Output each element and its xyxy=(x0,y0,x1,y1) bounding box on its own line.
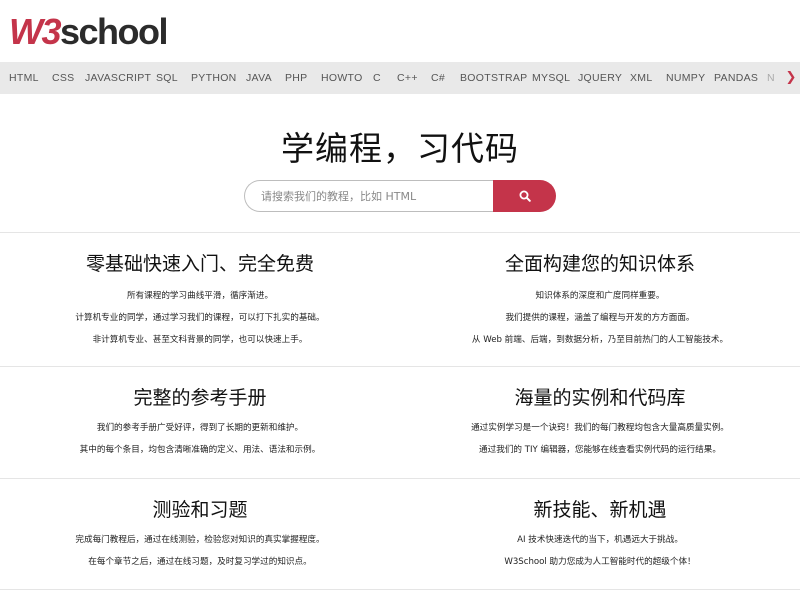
feature-text: 知识体系的深度和广度同样重要。 xyxy=(535,291,665,301)
feature-examples-library: 海量的实例和代码库 通过实例学习是一个诀窍！我们的每门教程均包含大量高质量实例。… xyxy=(400,367,800,456)
nav-item-javascript[interactable]: JAVASCRIPT xyxy=(85,62,151,94)
nav-item-pandas[interactable]: PANDAS xyxy=(714,62,758,94)
nav-item-howto[interactable]: HOWTO xyxy=(321,62,363,94)
feature-text: 通过实例学习是一个诀窍！我们的每门教程均包含大量高质量实例。 xyxy=(471,423,729,433)
feature-text: 从 Web 前端、后端，到数据分析，乃至目前热门的人工智能技术。 xyxy=(471,335,729,345)
site-header: W3school xyxy=(0,0,800,62)
nav-item-css[interactable]: CSS xyxy=(52,62,75,94)
nav-item-bootstrap[interactable]: BOOTSTRAP xyxy=(460,62,527,94)
nav-item-xml[interactable]: XML xyxy=(630,62,653,94)
logo-school: school xyxy=(60,11,169,52)
nav-item-numpy[interactable]: NUMPY xyxy=(666,62,705,94)
search-input[interactable] xyxy=(244,180,496,212)
feature-new-skills: 新技能、新机遇 AI 技术快速迭代的当下，机遇远大于挑战。 W3School 助… xyxy=(400,479,800,568)
feature-text: 计算机专业的同学，通过学习我们的课程，可以打下扎实的基础。 xyxy=(75,313,325,323)
feature-text: 我们提供的课程，涵盖了编程与开发的方方面面。 xyxy=(505,313,695,323)
feature-text: 通过我们的 TIY 编辑器，您能够在线查看实例代码的运行结果。 xyxy=(479,445,721,455)
nav-item-c[interactable]: C xyxy=(373,62,381,94)
chevron-right-icon[interactable]: ❯ xyxy=(782,62,800,94)
feature-title: 零基础快速入门、完全免费 xyxy=(85,253,314,275)
nav-item-html[interactable]: HTML xyxy=(9,62,39,94)
feature-text: 在每个章节之后，通过在线习题，及时复习学过的知识点。 xyxy=(88,557,312,567)
hero-title: 学编程，习代码 xyxy=(281,129,519,168)
nav-item-sql[interactable]: SQL xyxy=(156,62,178,94)
feature-text: 非计算机专业、甚至文科背景的同学，也可以快速上手。 xyxy=(92,335,308,345)
feature-title: 全面构建您的知识体系 xyxy=(504,253,695,275)
logo-w3: W3 xyxy=(9,11,62,52)
nav-item-java[interactable]: JAVA xyxy=(246,62,272,94)
nav-item-jquery[interactable]: JQUERY xyxy=(578,62,622,94)
feature-title: 完整的参考手册 xyxy=(133,387,267,409)
top-navigation: HTML CSS JAVASCRIPT SQL PYTHON JAVA PHP … xyxy=(0,62,800,94)
nav-item-python[interactable]: PYTHON xyxy=(191,62,237,94)
nav-item-php[interactable]: PHP xyxy=(285,62,308,94)
hero-section: 学编程，习代码 xyxy=(0,94,800,234)
feature-title: 海量的实例和代码库 xyxy=(514,387,686,409)
search-button[interactable] xyxy=(493,180,556,212)
w3school-logo[interactable]: W3school xyxy=(9,10,169,54)
feature-text: 完成每门教程后，通过在线测验，检验您对知识的真实掌握程度。 xyxy=(75,535,325,545)
nav-item-csharp[interactable]: C# xyxy=(431,62,445,94)
search-icon xyxy=(519,190,531,202)
feature-knowledge-system: 全面构建您的知识体系 知识体系的深度和广度同样重要。 我们提供的课程，涵盖了编程… xyxy=(400,233,800,346)
features-row-3: 测验和习题 完成每门教程后，通过在线测验，检验您对知识的真实掌握程度。 在每个章… xyxy=(0,478,800,590)
feature-text: AI 技术快速迭代的当下，机遇远大于挑战。 xyxy=(517,535,683,545)
feature-quizzes: 测验和习题 完成每门教程后，通过在线测验，检验您对知识的真实掌握程度。 在每个章… xyxy=(0,479,400,568)
nav-item-truncated[interactable]: N xyxy=(767,62,775,94)
nav-item-cpp[interactable]: C++ xyxy=(397,62,418,94)
feature-free-beginner: 零基础快速入门、完全免费 所有课程的学习曲线平滑，循序渐进。 计算机专业的同学，… xyxy=(0,233,400,346)
features-row-2: 完整的参考手册 我们的参考手册广受好评，得到了长期的更新和维护。 其中的每个条目… xyxy=(0,366,800,478)
feature-reference-manual: 完整的参考手册 我们的参考手册广受好评，得到了长期的更新和维护。 其中的每个条目… xyxy=(0,367,400,456)
nav-item-mysql[interactable]: MYSQL xyxy=(532,62,570,94)
features-row-1: 零基础快速入门、完全免费 所有课程的学习曲线平滑，循序渐进。 计算机专业的同学，… xyxy=(0,232,800,366)
feature-text: 所有课程的学习曲线平滑，循序渐进。 xyxy=(126,291,274,301)
feature-text: W3School 助力您成为人工智能时代的超级个体！ xyxy=(504,557,696,567)
search-bar xyxy=(244,180,556,212)
feature-title: 测验和习题 xyxy=(152,499,248,521)
feature-title: 新技能、新机遇 xyxy=(533,499,667,521)
feature-text: 我们的参考手册广受好评，得到了长期的更新和维护。 xyxy=(96,423,304,433)
feature-text: 其中的每个条目，均包含清晰准确的定义、用法、语法和示例。 xyxy=(79,445,321,455)
